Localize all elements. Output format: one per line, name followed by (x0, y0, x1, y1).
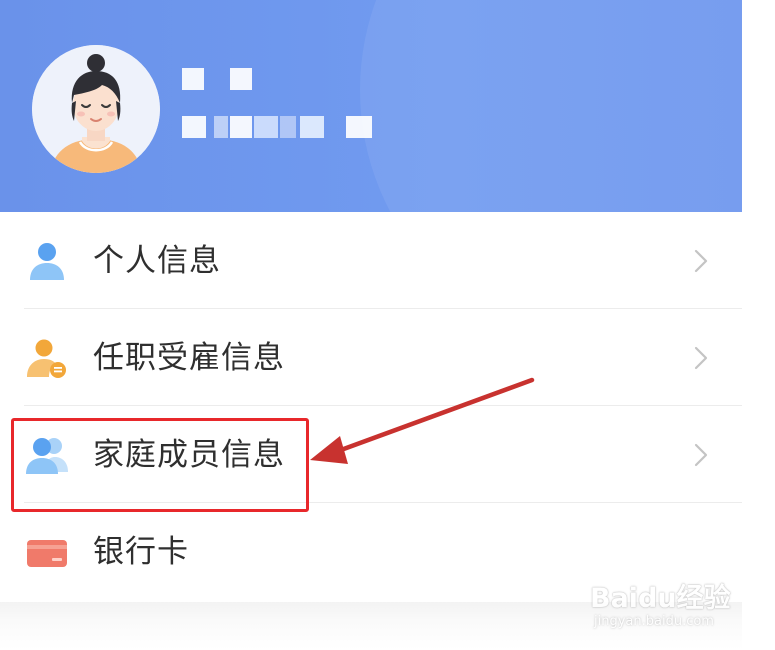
baidu-jingyan-watermark: Baidu经验 jingyan.baidu.com (590, 568, 740, 640)
right-margin (742, 0, 775, 650)
employee-badge-icon (27, 339, 66, 378)
menu-item-personal-info[interactable]: 个人信息 (0, 212, 742, 309)
bank-card-icon (27, 540, 67, 567)
chevron-right-icon (694, 249, 708, 273)
menu-item-label: 银行卡 (93, 534, 189, 570)
header-decoration (360, 0, 742, 212)
female-avatar-icon (32, 45, 160, 173)
chevron-right-icon (694, 346, 708, 370)
annotation-arrow-icon (310, 377, 535, 464)
menu-item-label: 个人信息 (93, 243, 221, 279)
avatar[interactable] (32, 45, 160, 173)
watermark-main-text: Baidu经验 (590, 583, 731, 614)
person-icon (30, 243, 64, 280)
chevron-right-icon (694, 443, 708, 467)
watermark-url: jingyan.baidu.com (594, 614, 714, 629)
profile-header (0, 0, 742, 212)
highlight-box (11, 418, 309, 512)
menu-item-label: 任职受雇信息 (93, 340, 285, 376)
